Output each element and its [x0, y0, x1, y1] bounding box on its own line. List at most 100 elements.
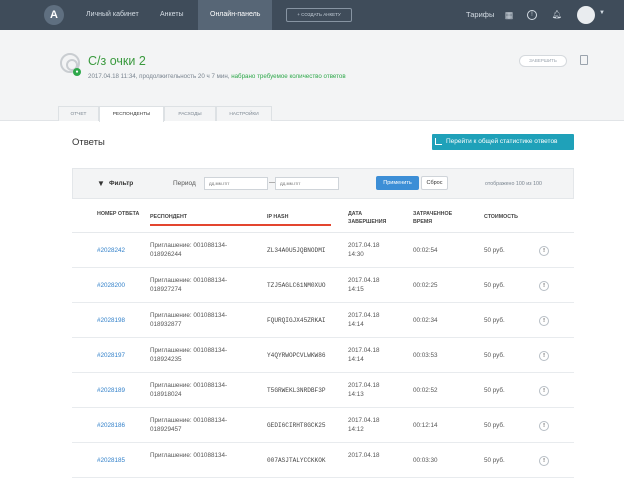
- duration: 00:12:14: [413, 422, 438, 429]
- info-icon[interactable]: !: [539, 421, 549, 431]
- column-header-ip[interactable]: IP HASH: [267, 213, 288, 221]
- column-header-respondent[interactable]: РЕСПОНДЕНТ: [150, 213, 187, 221]
- copy-icon[interactable]: [580, 55, 588, 65]
- table-row[interactable]: #2028242 Приглашение: 001088134- 018926244…: [72, 233, 574, 268]
- duration: 00:02:34: [413, 317, 438, 324]
- completion-time: 14:14: [348, 356, 364, 363]
- completion-time: 14:13: [348, 391, 364, 398]
- filter-icon: ▼: [97, 179, 105, 188]
- duration: 00:03:53: [413, 352, 438, 359]
- respondent-line-2: 018929457: [150, 426, 182, 433]
- status-badge: ●: [73, 68, 81, 76]
- overall-stats-button[interactable]: Перейти к общей статистике ответов: [432, 134, 574, 150]
- answer-number-link[interactable]: #2028186: [97, 421, 125, 430]
- bell-icon[interactable]: 🔔︎: [551, 9, 563, 21]
- ip-hash: Y4QYRWOPCVLWKW86: [267, 352, 326, 359]
- completion-date: 2017.04.18: [348, 417, 380, 424]
- completion-date: 2017.04.18: [348, 347, 380, 354]
- duration: 00:02:52: [413, 387, 438, 394]
- info-icon[interactable]: !: [539, 246, 549, 256]
- cost: 50 руб.: [484, 247, 505, 254]
- create-questionnaire-button[interactable]: + СОЗДАТЬ АНКЕТУ: [286, 8, 352, 22]
- info-icon[interactable]: !: [539, 316, 549, 326]
- completion-date: 2017.04.18: [348, 277, 380, 284]
- column-header-number[interactable]: НОМЕР ОТВЕТА: [97, 210, 141, 218]
- chart-icon: [435, 138, 442, 145]
- answer-number-link[interactable]: #2028200: [97, 281, 125, 290]
- app-logo-icon[interactable]: A: [44, 5, 64, 25]
- ip-hash: T5GRWEKL3NRDBF3P: [267, 387, 326, 394]
- tab-respondents[interactable]: РЕСПОНДЕНТЫ: [99, 106, 164, 122]
- annotation-underline: [150, 224, 331, 226]
- column-header-time[interactable]: ЗАТРАЧЕННОЕ ВРЕМЯ: [413, 210, 463, 226]
- table-row[interactable]: #2028200 Приглашение: 001088134- 018927274…: [72, 268, 574, 303]
- chevron-down-icon[interactable]: ▼: [599, 10, 605, 16]
- page-title: С/з очки 2: [88, 54, 146, 68]
- info-icon[interactable]: !: [539, 386, 549, 396]
- answer-number-link[interactable]: #2028189: [97, 386, 125, 395]
- completion-date: 2017.04.18: [348, 312, 380, 319]
- info-icon[interactable]: !: [539, 456, 549, 466]
- info-icon[interactable]: !: [539, 281, 549, 291]
- cost: 50 руб.: [484, 282, 505, 289]
- apply-filter-button[interactable]: Применить: [376, 176, 419, 190]
- nav-item-tariffs[interactable]: Тарифы: [466, 0, 494, 30]
- tab-settings[interactable]: НАСТРОЙКИ: [216, 106, 272, 121]
- user-avatar-icon[interactable]: [577, 6, 595, 24]
- column-header-cost[interactable]: СТОИМОСТЬ: [484, 213, 518, 221]
- top-navbar: A Личный кабинет Анкеты Онлайн-панель + …: [0, 0, 624, 30]
- respondent-line-1: Приглашение: 001088134-: [150, 347, 228, 354]
- nav-item-questionnaires[interactable]: Анкеты: [148, 0, 196, 30]
- ip-hash: FQURQIGJX45ZRKAI: [267, 317, 326, 324]
- duration: 00:02:25: [413, 282, 438, 289]
- shown-count: отображено 100 из 100: [485, 181, 542, 187]
- completion-time: 14:14: [348, 321, 364, 328]
- column-header-date[interactable]: ДАТА ЗАВЕРШЕНИЯ: [348, 210, 392, 226]
- overall-stats-label: Перейти к общей статистике ответов: [446, 138, 558, 145]
- cost: 50 руб.: [484, 387, 505, 394]
- respondent-line-2: 018926244: [150, 251, 182, 258]
- finish-survey-button[interactable]: ЗАВЕРШИТЬ: [519, 55, 567, 67]
- respondent-line-1: Приглашение: 001088134-: [150, 242, 228, 249]
- completion-date: 2017.04.18: [348, 242, 380, 249]
- reset-filter-button[interactable]: Сброс: [421, 176, 448, 190]
- cost: 50 руб.: [484, 422, 505, 429]
- answer-number-link[interactable]: #2028198: [97, 316, 125, 325]
- answer-number-link[interactable]: #2028242: [97, 246, 125, 255]
- apps-grid-icon[interactable]: ▦: [503, 9, 515, 21]
- table-row[interactable]: #2028197 Приглашение: 001088134- 018924235…: [72, 338, 574, 373]
- answers-title: Ответы: [72, 137, 105, 148]
- completion-time: 14:30: [348, 251, 364, 258]
- survey-meta: 2017.04.18 11:34, продолжительность 20 ч…: [88, 73, 346, 80]
- respondent-line-1: Приглашение: 001088134-: [150, 312, 228, 319]
- completion-date: 2017.04.18: [348, 452, 380, 459]
- period-label: Период: [173, 180, 196, 187]
- respondent-line-1: Приглашение: 001088134-: [150, 277, 228, 284]
- completion-time: 14:15: [348, 286, 364, 293]
- help-icon[interactable]: !: [527, 10, 537, 20]
- filter-label: Фильтр: [109, 180, 134, 187]
- date-to-input[interactable]: [275, 177, 339, 190]
- table-row[interactable]: #2028198 Приглашение: 001088134- 018932877…: [72, 303, 574, 338]
- tab-report[interactable]: ОТЧЕТ: [58, 106, 99, 121]
- survey-status-text: набрано требуемое количество ответов: [231, 73, 346, 80]
- respondent-line-2: 018924235: [150, 356, 182, 363]
- respondent-line-1: Приглашение: 001088134-: [150, 452, 228, 459]
- date-from-input[interactable]: [204, 177, 268, 190]
- respondent-line-1: Приглашение: 001088134-: [150, 417, 228, 424]
- ip-hash: ZL34A0U5JQBNODMI: [267, 247, 326, 254]
- respondent-line-2: 018918024: [150, 391, 182, 398]
- tab-expenses[interactable]: РАСХОДЫ: [164, 106, 216, 121]
- info-icon[interactable]: !: [539, 351, 549, 361]
- table-row[interactable]: #2028186 Приглашение: 001088134- 018929457…: [72, 408, 574, 443]
- answer-number-link[interactable]: #2028197: [97, 351, 125, 360]
- cost: 50 руб.: [484, 317, 505, 324]
- ip-hash: GEDI6CIRHT8GCK25: [267, 422, 326, 429]
- cost: 50 руб.: [484, 352, 505, 359]
- nav-item-personal-cabinet[interactable]: Личный кабинет: [74, 0, 151, 30]
- respondent-line-2: 018932877: [150, 321, 182, 328]
- table-row[interactable]: #2028189 Приглашение: 001088134- 018918024…: [72, 373, 574, 408]
- completion-time: 14:12: [348, 426, 364, 433]
- duration: 00:02:54: [413, 247, 438, 254]
- nav-item-online-panel[interactable]: Онлайн-панель: [198, 0, 273, 30]
